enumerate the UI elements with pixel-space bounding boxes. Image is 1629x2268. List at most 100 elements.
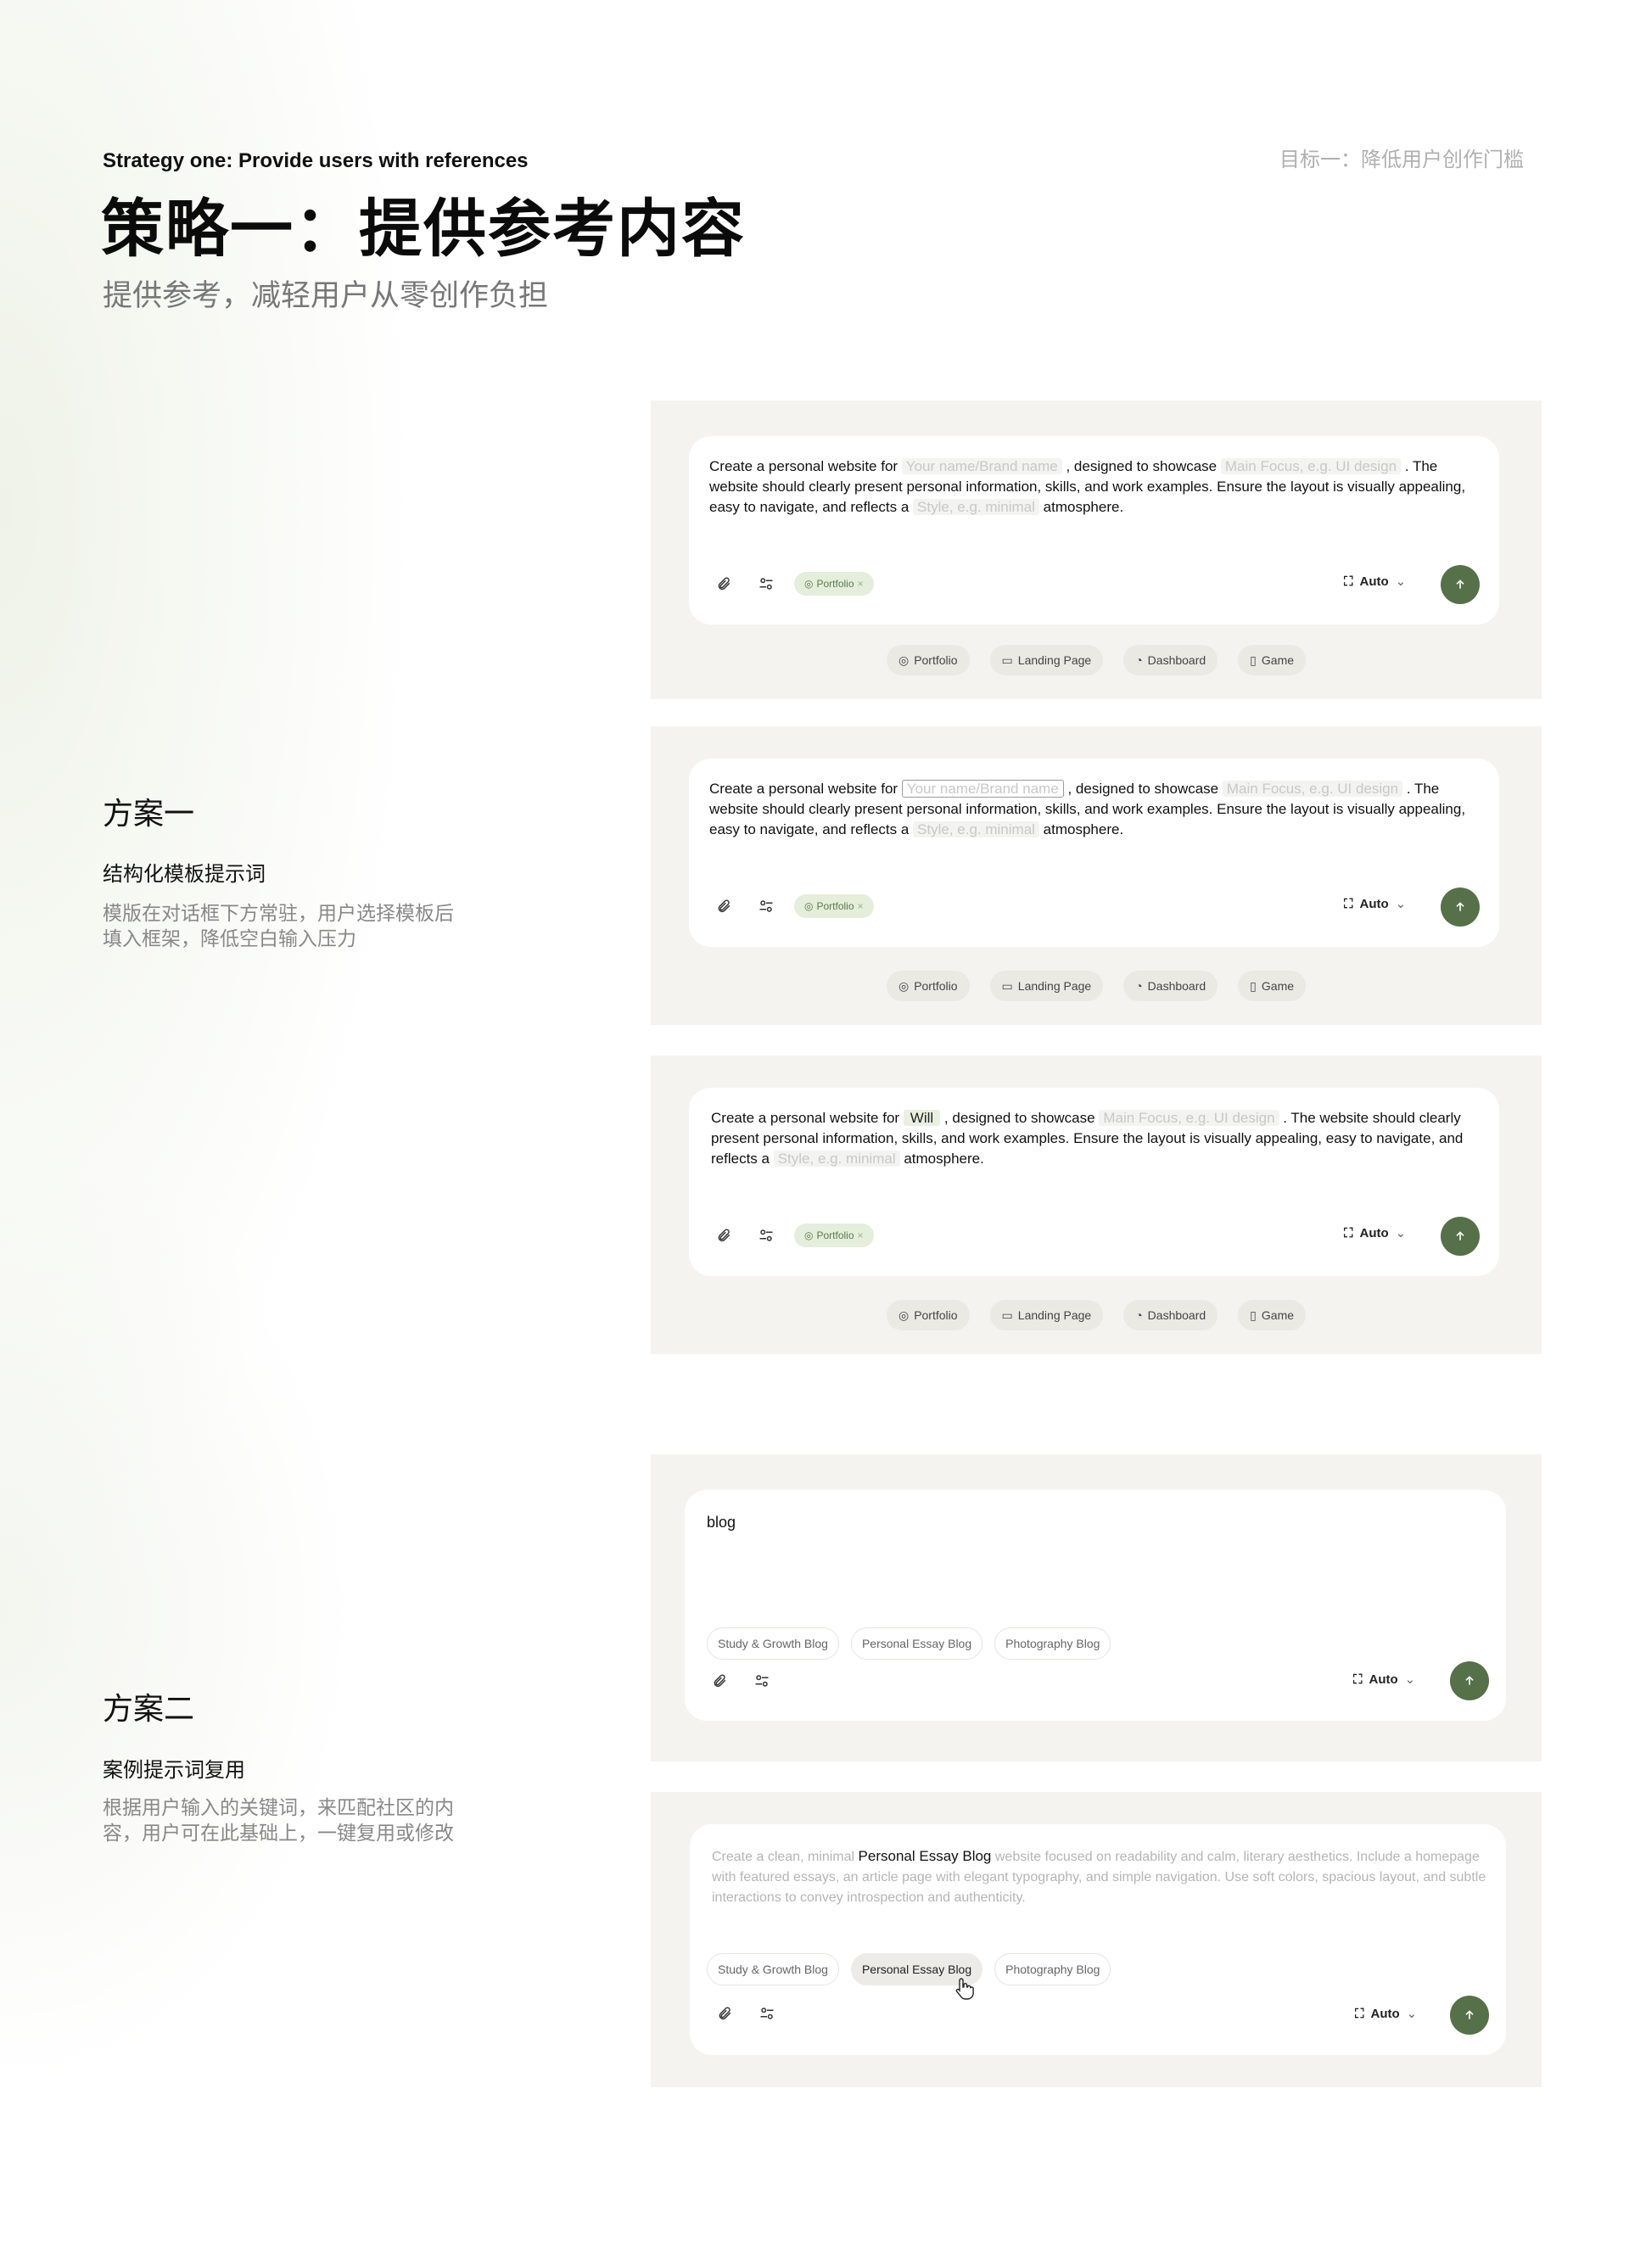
preview-highlight: Personal Essay Blog: [858, 1848, 992, 1864]
chevron-down-icon: ⌄: [1395, 574, 1407, 589]
slot-style[interactable]: Style, e.g. minimal: [913, 499, 1039, 515]
prompt-text[interactable]: Create a personal website for Your name/…: [709, 456, 1482, 518]
portfolio-icon: ◎: [804, 900, 814, 912]
close-icon[interactable]: ×: [858, 1229, 864, 1241]
plan1-title: 方案一: [103, 797, 195, 832]
send-button[interactable]: [1441, 888, 1480, 927]
arrow-up-icon: [1465, 2010, 1474, 2019]
search-panel-1: blog Study & Growth Blog Personal Essay …: [651, 1454, 1542, 1761]
chevron-down-icon: ⌄: [1395, 1226, 1407, 1240]
model-selector[interactable]: ⛶ Auto ⌄: [1355, 2006, 1418, 2022]
settings-sliders-icon[interactable]: [757, 574, 775, 593]
game-icon: ▯: [1250, 652, 1257, 667]
landing-page-icon: ▭: [1001, 1308, 1013, 1322]
prompt-card: Create a personal website for Your name/…: [689, 759, 1499, 947]
portfolio-tag[interactable]: ◎ Portfolio ×: [794, 894, 874, 918]
dashboard-icon: ◔: [1135, 1308, 1143, 1322]
close-icon[interactable]: ×: [858, 900, 864, 912]
send-button[interactable]: [1450, 1996, 1489, 2035]
paperclip-icon[interactable]: [715, 2004, 734, 2023]
goal-label: 目标一：降低用户创作门槛: [1279, 148, 1524, 171]
suggestion-personal-essay-blog[interactable]: Personal Essay Blog: [850, 1627, 983, 1660]
template-landing-page[interactable]: ▭ Landing Page: [989, 971, 1104, 1001]
template-portfolio[interactable]: ◎ Portfolio: [886, 645, 970, 675]
template-game[interactable]: ▯ Game: [1238, 971, 1307, 1001]
template-portfolio[interactable]: ◎ Portfolio: [886, 1300, 970, 1330]
search-card: blog Study & Growth Blog Personal Essay …: [685, 1490, 1506, 1721]
dashboard-icon: ◔: [1135, 979, 1143, 993]
paperclip-icon[interactable]: [714, 897, 733, 916]
prompt-card: Create a personal website for Your name/…: [689, 436, 1499, 624]
slot-style[interactable]: Style, e.g. minimal: [913, 821, 1039, 837]
suggestion-study-growth-blog[interactable]: Study & Growth Blog: [707, 1953, 839, 1985]
template-dashboard[interactable]: ◔ Dashboard: [1123, 1300, 1218, 1330]
template-game[interactable]: ▯ Game: [1238, 1300, 1307, 1330]
page-intro: 提供参考，减轻用户从零创作负担: [103, 279, 549, 313]
model-icon: ⛶: [1344, 896, 1353, 911]
slot-name[interactable]: Your name/Brand name: [901, 458, 1062, 474]
model-selector[interactable]: ⛶ Auto ⌄: [1344, 574, 1407, 590]
plan1-subtitle: 结构化模板提示词: [103, 862, 266, 886]
slot-style[interactable]: Style, e.g. minimal: [773, 1151, 900, 1167]
suggestion-photography-blog[interactable]: Photography Blog: [994, 1953, 1111, 1985]
plan2-subtitle: 案例提示词复用: [103, 1758, 245, 1782]
slot-name-filled[interactable]: Will: [903, 1110, 941, 1126]
suggestion-row: Study & Growth Blog Personal Essay Blog …: [707, 1627, 1111, 1660]
template-portfolio[interactable]: ◎ Portfolio: [886, 971, 970, 1001]
template-panel-1: Create a personal website for Your name/…: [651, 400, 1542, 699]
model-icon: ⛶: [1344, 1225, 1353, 1240]
template-landing-page[interactable]: ▭ Landing Page: [989, 1300, 1104, 1330]
landing-page-icon: ▭: [1001, 978, 1013, 993]
model-icon: ⛶: [1355, 2006, 1364, 2021]
suggestion-photography-blog[interactable]: Photography Blog: [994, 1627, 1111, 1660]
template-chip-row: ◎ Portfolio ▭ Landing Page ◔ Dashboard ▯ Gam…: [651, 971, 1542, 1001]
suggestion-study-growth-blog[interactable]: Study & Growth Blog: [707, 1627, 839, 1660]
preview-prompt-text[interactable]: Create a clean, minimal Personal Essay B…: [712, 1846, 1489, 1908]
model-selector[interactable]: ⛶ Auto ⌄: [1344, 896, 1406, 912]
settings-sliders-icon[interactable]: [758, 2004, 776, 2023]
model-selector[interactable]: ⛶ Auto ⌄: [1353, 1672, 1415, 1688]
send-button[interactable]: [1450, 1661, 1489, 1700]
close-icon[interactable]: ×: [858, 578, 864, 590]
portfolio-tag[interactable]: ◎ Portfolio ×: [794, 572, 874, 596]
template-panel-3: Create a personal website for Will , des…: [651, 1056, 1542, 1354]
game-icon: ▯: [1250, 978, 1257, 993]
plan2-title: 方案二: [103, 1692, 195, 1727]
prompt-card: Create a personal website for Will , des…: [689, 1088, 1499, 1276]
prompt-text[interactable]: Create a personal website for Will , des…: [711, 1108, 1482, 1169]
landing-page-icon: ▭: [1001, 652, 1013, 667]
slot-focus[interactable]: Main Focus, e.g. UI design: [1099, 1110, 1279, 1126]
chevron-down-icon: ⌄: [1406, 2007, 1418, 2021]
paperclip-icon[interactable]: [714, 1226, 733, 1245]
settings-sliders-icon[interactable]: [757, 1226, 775, 1245]
search-input[interactable]: blog: [707, 1512, 1489, 1532]
settings-sliders-icon[interactable]: [757, 897, 775, 916]
plan2-description: 根据用户输入的关键词，来匹配社区的内 容，用户可在此基础上，一键复用或修改: [103, 1797, 454, 1845]
template-panel-2: Create a personal website for Your name/…: [651, 726, 1542, 1025]
slot-focus[interactable]: Main Focus, e.g. UI design: [1220, 458, 1402, 474]
slot-focus[interactable]: Main Focus, e.g. UI design: [1222, 781, 1403, 797]
subtitle-english: Strategy one: Provide users with referen…: [103, 149, 529, 172]
suggestion-row: Study & Growth Blog Personal Essay Blog …: [707, 1953, 1111, 1985]
portfolio-icon: ◎: [898, 1308, 910, 1322]
template-dashboard[interactable]: ◔ Dashboard: [1123, 645, 1218, 675]
prompt-text[interactable]: Create a personal website for Your name/…: [709, 779, 1482, 840]
paperclip-icon[interactable]: [714, 574, 733, 593]
template-game[interactable]: ▯ Game: [1238, 645, 1307, 675]
template-landing-page[interactable]: ▭ Landing Page: [989, 645, 1104, 675]
arrow-up-icon: [1465, 1676, 1474, 1685]
template-dashboard[interactable]: ◔ Dashboard: [1123, 971, 1218, 1001]
search-card: Create a clean, minimal Personal Essay B…: [690, 1824, 1506, 2055]
model-selector[interactable]: ⛶ Auto ⌄: [1344, 1225, 1407, 1241]
settings-sliders-icon[interactable]: [753, 1672, 771, 1690]
dashboard-icon: ◔: [1135, 653, 1143, 667]
portfolio-icon: ◎: [804, 1229, 814, 1241]
send-button[interactable]: [1441, 565, 1480, 604]
portfolio-tag[interactable]: ◎ Portfolio ×: [794, 1224, 874, 1247]
send-button[interactable]: [1441, 1217, 1480, 1256]
model-icon: ⛶: [1353, 1672, 1363, 1687]
portfolio-icon: ◎: [898, 978, 910, 993]
slot-name-active[interactable]: Your name/Brand name: [901, 780, 1064, 798]
paperclip-icon[interactable]: [710, 1672, 729, 1690]
arrow-up-icon: [1456, 1231, 1464, 1240]
